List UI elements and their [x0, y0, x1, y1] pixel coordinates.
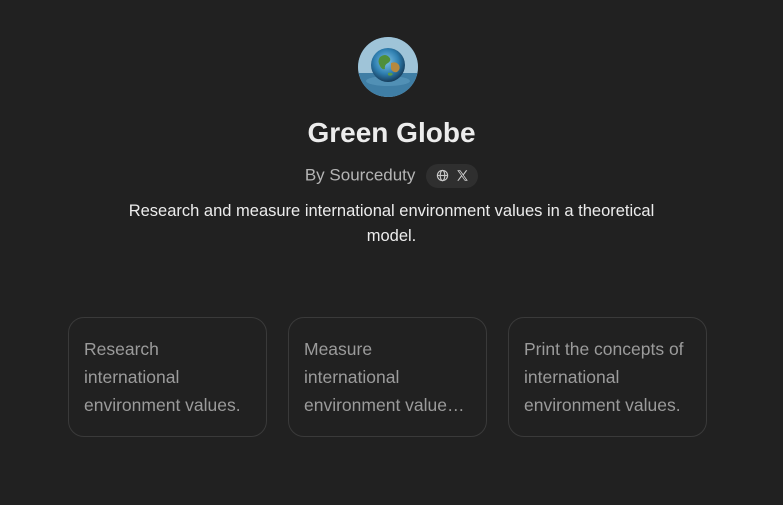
- gpt-profile-page: Green Globe By Sourceduty Research and m…: [0, 0, 783, 505]
- globe-icon[interactable]: [435, 169, 449, 183]
- starter-text: Measure international environment values…: [304, 339, 456, 415]
- starter-text: Print the concepts of international envi…: [524, 339, 684, 415]
- starter-text: Research international environment value…: [84, 339, 241, 415]
- gpt-avatar: [358, 37, 418, 97]
- conversation-starter-card[interactable]: Print the concepts of international envi…: [508, 317, 707, 437]
- gpt-description: Research and measure international envir…: [128, 202, 655, 245]
- social-links: [426, 163, 479, 188]
- gpt-title: Green Globe: [307, 117, 476, 148]
- conversation-starter-card[interactable]: Measure international environment values…: [288, 317, 487, 437]
- conversation-starter-card[interactable]: Research international environment value…: [68, 317, 267, 437]
- author-byline: By Sourceduty: [0, 162, 783, 189]
- x-logo-icon[interactable]: [455, 169, 469, 183]
- author-name: By Sourceduty: [304, 165, 416, 185]
